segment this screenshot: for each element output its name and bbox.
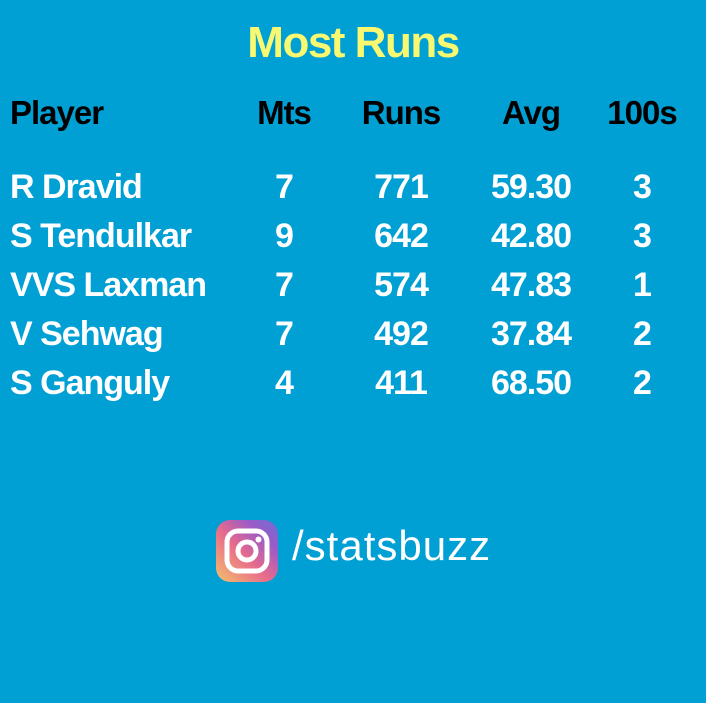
column-header-player: Player [10, 94, 104, 131]
column-header-avg: Avg [501, 94, 561, 131]
hundreds-value: 3 [633, 217, 652, 255]
column-header-100s: 100s [607, 94, 677, 131]
column-header-mts: Mts [257, 94, 312, 131]
runs-value: 771 [374, 168, 429, 206]
average-value: 47.83 [490, 266, 572, 304]
matches-value: 9 [275, 217, 294, 255]
player-name: VVS Laxman [10, 266, 207, 304]
hundreds-value: 3 [633, 168, 652, 206]
column-header-runs: Runs [361, 94, 442, 131]
instagram-icon[interactable] [216, 520, 278, 582]
matches-value: 7 [275, 266, 294, 304]
player-name: S Ganguly [10, 364, 170, 402]
matches-value: 7 [275, 168, 294, 206]
player-name: R Dravid [10, 168, 143, 206]
hundreds-value: 2 [633, 315, 652, 353]
page-title: Most Runs [247, 18, 460, 67]
runs-value: 492 [374, 315, 429, 353]
social-handle[interactable]: /statsbuzz [292, 522, 491, 570]
player-name: V Sehwag [10, 315, 164, 353]
average-value: 59.30 [490, 168, 572, 206]
matches-value: 4 [275, 364, 294, 402]
hundreds-value: 2 [633, 364, 652, 402]
runs-value: 411 [375, 364, 428, 402]
hundreds-value: 1 [633, 266, 652, 304]
matches-value: 7 [275, 315, 294, 353]
runs-value: 642 [374, 217, 429, 255]
average-value: 68.50 [490, 364, 572, 402]
average-value: 37.84 [490, 315, 572, 353]
average-value: 42.80 [490, 217, 572, 255]
player-name: S Tendulkar [10, 217, 192, 255]
runs-value: 574 [374, 266, 429, 304]
